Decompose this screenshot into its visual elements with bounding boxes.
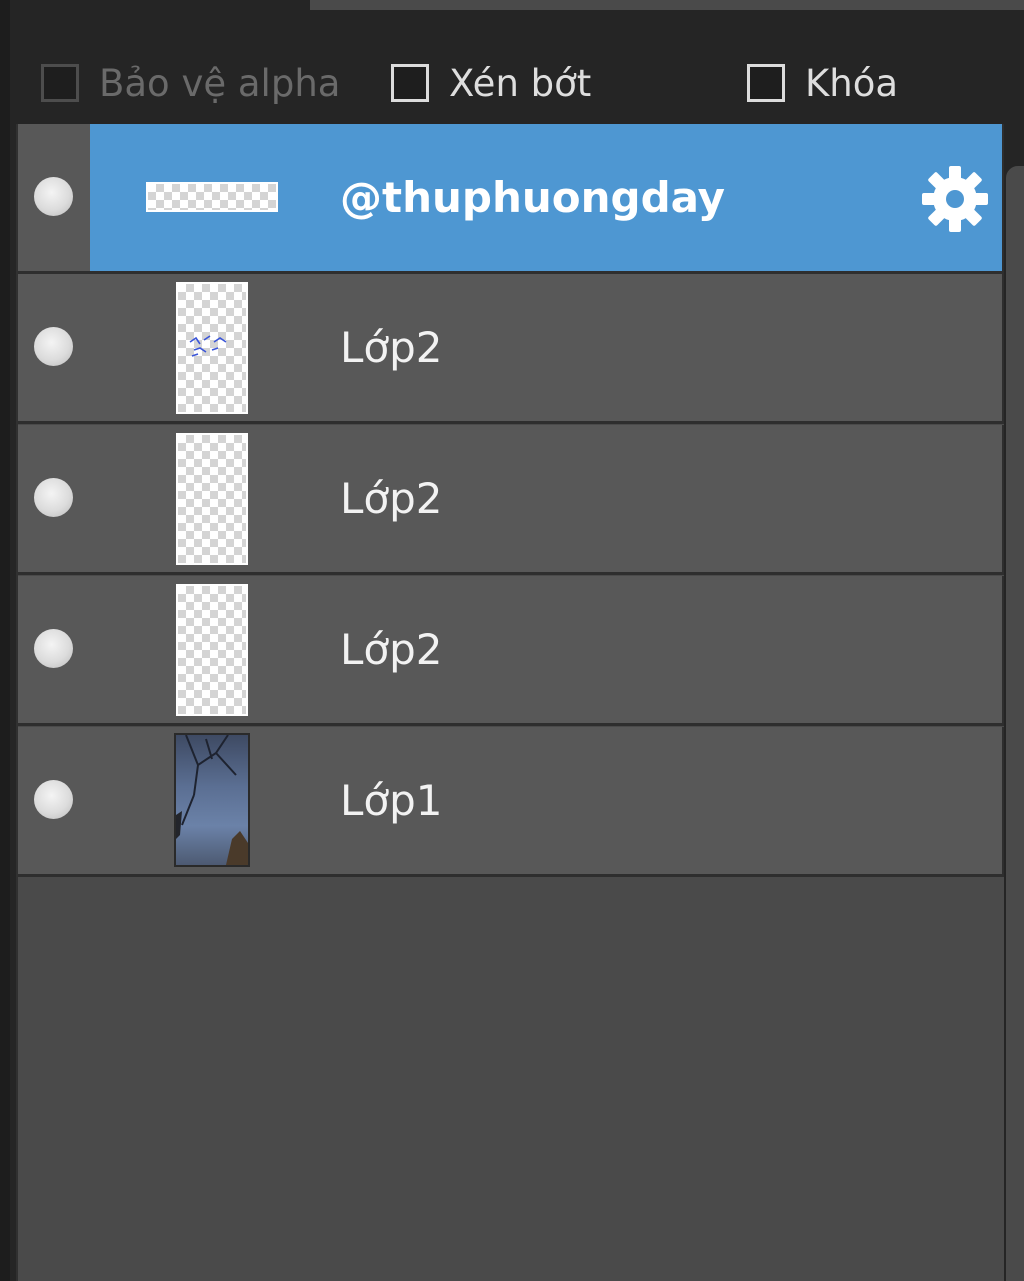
layer-options-bar: Bảo vệ alpha Xén bớt Khóa (0, 10, 1024, 125)
clipping-option[interactable]: Xén bớt (391, 61, 591, 105)
layer-name: Lớp2 (340, 625, 443, 674)
visibility-toggle-icon[interactable] (34, 478, 73, 517)
layer-name: Lớp1 (340, 776, 443, 825)
layer-thumbnail (174, 733, 250, 867)
alpha-protect-label: Bảo vệ alpha (99, 61, 341, 105)
layer-row[interactable]: Lớp2 (18, 576, 1004, 726)
clipping-checkbox[interactable] (391, 64, 429, 102)
layer-row[interactable]: Lớp2 (18, 425, 1004, 575)
layers-list: @thuphuongday Lớp2 Lớp2 Lớp2 Lớp1 (16, 124, 1004, 1281)
photo-branches (176, 735, 248, 865)
layer-name: Lớp2 (340, 323, 443, 372)
layer-name: @thuphuongday (340, 173, 726, 222)
visibility-toggle-icon[interactable] (34, 780, 73, 819)
gear-icon[interactable] (920, 164, 990, 234)
scribble-strokes (189, 335, 227, 357)
alpha-protect-checkbox[interactable] (41, 64, 79, 102)
layer-row[interactable]: Lớp2 (18, 274, 1004, 424)
layer-name: Lớp2 (340, 474, 443, 523)
layer-thumbnail (176, 584, 248, 716)
panel-left-edge (0, 0, 10, 1281)
clipping-label: Xén bớt (449, 61, 592, 105)
visibility-toggle-icon[interactable] (34, 327, 73, 366)
layer-thumbnail (176, 433, 248, 565)
scrollbar[interactable] (1006, 166, 1024, 1281)
lock-label: Khóa (805, 61, 899, 105)
visibility-toggle-icon[interactable] (34, 177, 73, 216)
layer-thumbnail (176, 282, 248, 414)
lock-option[interactable]: Khóa (747, 61, 898, 105)
layers-panel-window: Bảo vệ alpha Xén bớt Khóa @thuphuongday (0, 0, 1024, 1281)
alpha-protect-option[interactable]: Bảo vệ alpha (41, 61, 340, 105)
layer-row[interactable]: Lớp1 (18, 727, 1004, 877)
visibility-toggle-icon[interactable] (34, 629, 73, 668)
lock-checkbox[interactable] (747, 64, 785, 102)
layer-row[interactable]: @thuphuongday (18, 124, 1004, 274)
panel-top-edge (310, 0, 1024, 10)
layer-thumbnail (146, 182, 278, 212)
